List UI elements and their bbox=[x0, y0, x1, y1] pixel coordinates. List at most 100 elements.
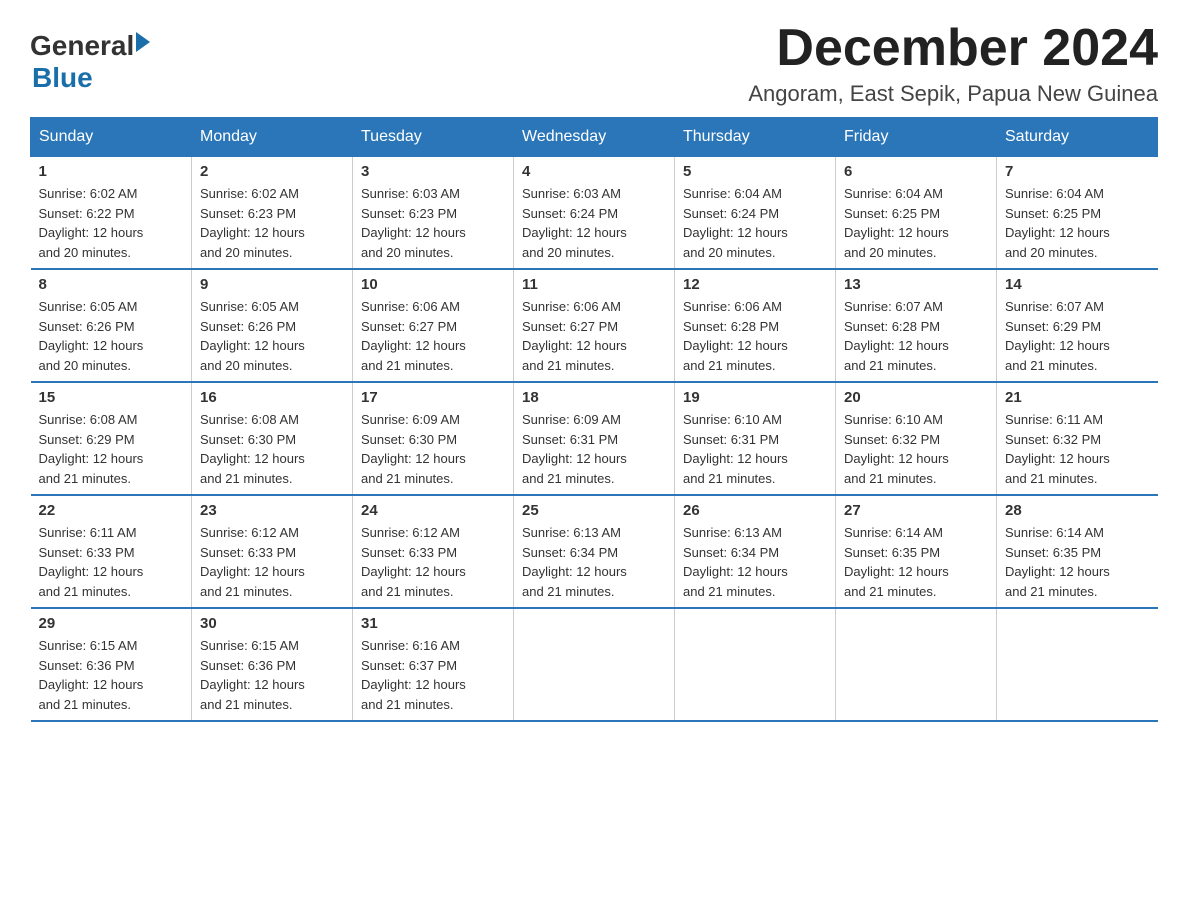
day-header-tuesday: Tuesday bbox=[353, 118, 514, 157]
day-info: Sunrise: 6:10 AM Sunset: 6:31 PM Dayligh… bbox=[683, 410, 827, 488]
calendar-cell: 13 Sunrise: 6:07 AM Sunset: 6:28 PM Dayl… bbox=[836, 269, 997, 382]
day-number: 4 bbox=[522, 163, 666, 180]
calendar-week-row: 29 Sunrise: 6:15 AM Sunset: 6:36 PM Dayl… bbox=[31, 608, 1158, 721]
day-number: 26 bbox=[683, 502, 827, 519]
calendar-cell bbox=[675, 608, 836, 721]
calendar-week-row: 22 Sunrise: 6:11 AM Sunset: 6:33 PM Dayl… bbox=[31, 495, 1158, 608]
sunset-label: Sunset: 6:24 PM bbox=[683, 206, 779, 221]
sunset-label: Sunset: 6:30 PM bbox=[361, 432, 457, 447]
daylight-minutes: and 21 minutes. bbox=[522, 471, 615, 486]
sunset-label: Sunset: 6:35 PM bbox=[844, 545, 940, 560]
day-header-friday: Friday bbox=[836, 118, 997, 157]
sunset-label: Sunset: 6:27 PM bbox=[522, 319, 618, 334]
daylight-label: Daylight: 12 hours bbox=[522, 338, 627, 353]
daylight-label: Daylight: 12 hours bbox=[200, 677, 305, 692]
day-number: 6 bbox=[844, 163, 988, 180]
logo-blue: Blue bbox=[32, 62, 93, 94]
sunrise-label: Sunrise: 6:06 AM bbox=[522, 299, 621, 314]
sunrise-label: Sunrise: 6:08 AM bbox=[200, 412, 299, 427]
calendar-cell: 4 Sunrise: 6:03 AM Sunset: 6:24 PM Dayli… bbox=[514, 157, 675, 270]
day-header-thursday: Thursday bbox=[675, 118, 836, 157]
daylight-label: Daylight: 12 hours bbox=[361, 564, 466, 579]
daylight-label: Daylight: 12 hours bbox=[200, 564, 305, 579]
daylight-label: Daylight: 12 hours bbox=[39, 564, 144, 579]
day-info: Sunrise: 6:09 AM Sunset: 6:31 PM Dayligh… bbox=[522, 410, 666, 488]
daylight-label: Daylight: 12 hours bbox=[522, 564, 627, 579]
day-info: Sunrise: 6:03 AM Sunset: 6:24 PM Dayligh… bbox=[522, 184, 666, 262]
daylight-label: Daylight: 12 hours bbox=[1005, 338, 1110, 353]
daylight-label: Daylight: 12 hours bbox=[361, 338, 466, 353]
title-section: December 2024 Angoram, East Sepik, Papua… bbox=[748, 20, 1158, 107]
calendar-cell: 9 Sunrise: 6:05 AM Sunset: 6:26 PM Dayli… bbox=[192, 269, 353, 382]
day-number: 27 bbox=[844, 502, 988, 519]
day-number: 7 bbox=[1005, 163, 1150, 180]
calendar-cell: 12 Sunrise: 6:06 AM Sunset: 6:28 PM Dayl… bbox=[675, 269, 836, 382]
sunset-label: Sunset: 6:22 PM bbox=[39, 206, 135, 221]
sunrise-label: Sunrise: 6:15 AM bbox=[39, 638, 138, 653]
daylight-minutes: and 21 minutes. bbox=[39, 471, 132, 486]
sunrise-label: Sunrise: 6:11 AM bbox=[1005, 412, 1103, 427]
daylight-minutes: and 21 minutes. bbox=[200, 471, 293, 486]
daylight-minutes: and 21 minutes. bbox=[1005, 584, 1098, 599]
daylight-minutes: and 20 minutes. bbox=[200, 245, 293, 260]
sunset-label: Sunset: 6:36 PM bbox=[39, 658, 135, 673]
day-info: Sunrise: 6:06 AM Sunset: 6:28 PM Dayligh… bbox=[683, 297, 827, 375]
day-number: 5 bbox=[683, 163, 827, 180]
day-info: Sunrise: 6:05 AM Sunset: 6:26 PM Dayligh… bbox=[39, 297, 184, 375]
daylight-minutes: and 20 minutes. bbox=[1005, 245, 1098, 260]
daylight-minutes: and 21 minutes. bbox=[361, 358, 454, 373]
calendar-cell: 14 Sunrise: 6:07 AM Sunset: 6:29 PM Dayl… bbox=[997, 269, 1158, 382]
daylight-minutes: and 21 minutes. bbox=[1005, 358, 1098, 373]
day-info: Sunrise: 6:13 AM Sunset: 6:34 PM Dayligh… bbox=[522, 523, 666, 601]
day-number: 11 bbox=[522, 276, 666, 293]
daylight-minutes: and 21 minutes. bbox=[844, 358, 937, 373]
sunset-label: Sunset: 6:35 PM bbox=[1005, 545, 1101, 560]
daylight-minutes: and 21 minutes. bbox=[361, 697, 454, 712]
sunrise-label: Sunrise: 6:06 AM bbox=[361, 299, 460, 314]
daylight-label: Daylight: 12 hours bbox=[522, 451, 627, 466]
sunrise-label: Sunrise: 6:15 AM bbox=[200, 638, 299, 653]
sunrise-label: Sunrise: 6:10 AM bbox=[683, 412, 782, 427]
daylight-minutes: and 21 minutes. bbox=[683, 584, 776, 599]
calendar-cell: 16 Sunrise: 6:08 AM Sunset: 6:30 PM Dayl… bbox=[192, 382, 353, 495]
logo: General Blue bbox=[30, 30, 150, 94]
day-number: 24 bbox=[361, 502, 505, 519]
daylight-label: Daylight: 12 hours bbox=[683, 338, 788, 353]
sunset-label: Sunset: 6:26 PM bbox=[39, 319, 135, 334]
sunrise-label: Sunrise: 6:03 AM bbox=[522, 186, 621, 201]
day-info: Sunrise: 6:12 AM Sunset: 6:33 PM Dayligh… bbox=[361, 523, 505, 601]
day-info: Sunrise: 6:15 AM Sunset: 6:36 PM Dayligh… bbox=[200, 636, 344, 714]
sunset-label: Sunset: 6:23 PM bbox=[200, 206, 296, 221]
sunrise-label: Sunrise: 6:16 AM bbox=[361, 638, 460, 653]
sunset-label: Sunset: 6:33 PM bbox=[200, 545, 296, 560]
calendar-cell: 6 Sunrise: 6:04 AM Sunset: 6:25 PM Dayli… bbox=[836, 157, 997, 270]
daylight-minutes: and 21 minutes. bbox=[361, 584, 454, 599]
daylight-label: Daylight: 12 hours bbox=[683, 225, 788, 240]
daylight-minutes: and 20 minutes. bbox=[683, 245, 776, 260]
calendar-cell: 20 Sunrise: 6:10 AM Sunset: 6:32 PM Dayl… bbox=[836, 382, 997, 495]
month-title: December 2024 bbox=[748, 20, 1158, 77]
day-number: 21 bbox=[1005, 389, 1150, 406]
day-header-wednesday: Wednesday bbox=[514, 118, 675, 157]
calendar-cell: 26 Sunrise: 6:13 AM Sunset: 6:34 PM Dayl… bbox=[675, 495, 836, 608]
calendar-cell: 18 Sunrise: 6:09 AM Sunset: 6:31 PM Dayl… bbox=[514, 382, 675, 495]
calendar-cell: 2 Sunrise: 6:02 AM Sunset: 6:23 PM Dayli… bbox=[192, 157, 353, 270]
daylight-label: Daylight: 12 hours bbox=[361, 451, 466, 466]
sunset-label: Sunset: 6:27 PM bbox=[361, 319, 457, 334]
daylight-minutes: and 21 minutes. bbox=[1005, 471, 1098, 486]
calendar-cell: 22 Sunrise: 6:11 AM Sunset: 6:33 PM Dayl… bbox=[31, 495, 192, 608]
sunset-label: Sunset: 6:30 PM bbox=[200, 432, 296, 447]
calendar-cell: 29 Sunrise: 6:15 AM Sunset: 6:36 PM Dayl… bbox=[31, 608, 192, 721]
calendar-cell bbox=[836, 608, 997, 721]
sunrise-label: Sunrise: 6:11 AM bbox=[39, 525, 137, 540]
calendar-cell: 8 Sunrise: 6:05 AM Sunset: 6:26 PM Dayli… bbox=[31, 269, 192, 382]
sunrise-label: Sunrise: 6:04 AM bbox=[683, 186, 782, 201]
daylight-label: Daylight: 12 hours bbox=[200, 338, 305, 353]
daylight-minutes: and 21 minutes. bbox=[844, 471, 937, 486]
daylight-minutes: and 20 minutes. bbox=[200, 358, 293, 373]
sunrise-label: Sunrise: 6:07 AM bbox=[1005, 299, 1104, 314]
calendar-cell: 3 Sunrise: 6:03 AM Sunset: 6:23 PM Dayli… bbox=[353, 157, 514, 270]
sunset-label: Sunset: 6:32 PM bbox=[844, 432, 940, 447]
day-number: 10 bbox=[361, 276, 505, 293]
day-number: 8 bbox=[39, 276, 184, 293]
